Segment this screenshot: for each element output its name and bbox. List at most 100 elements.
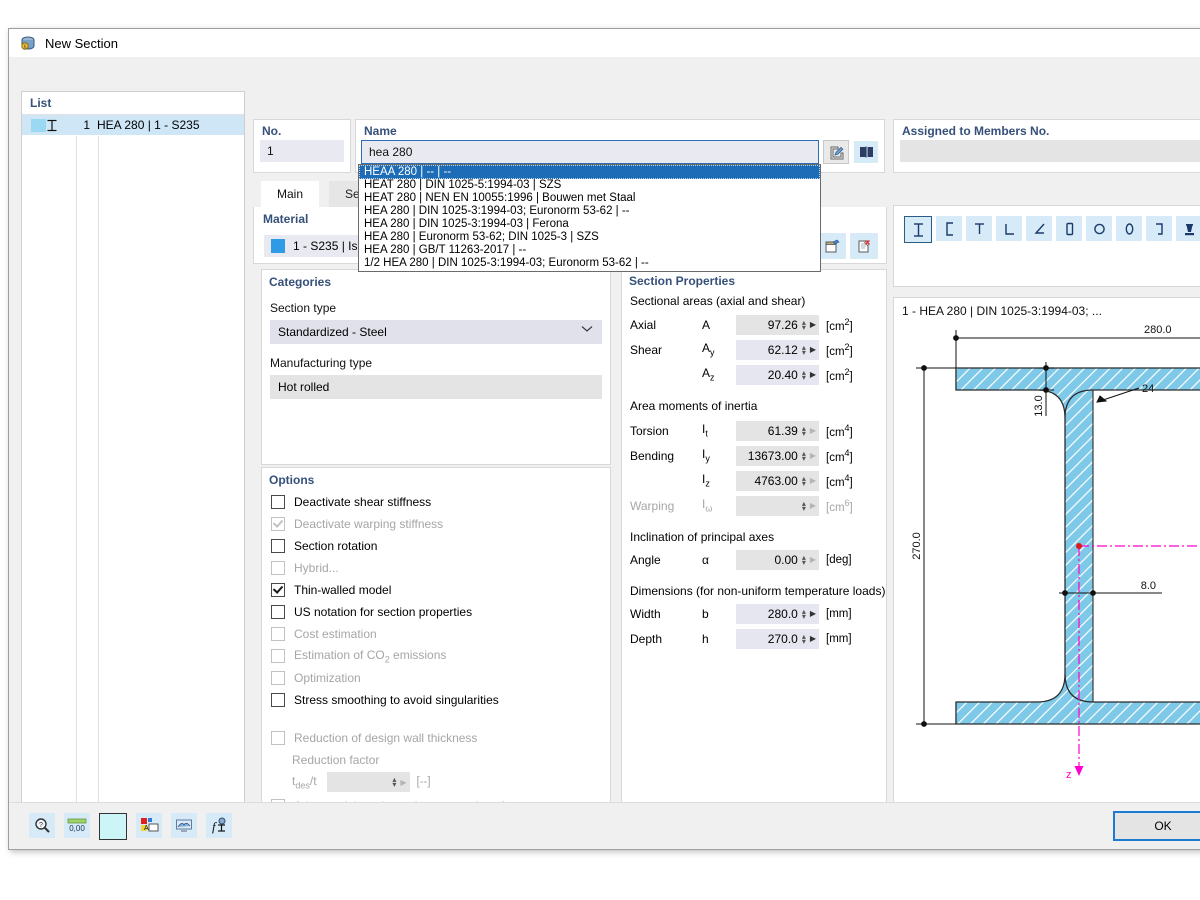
- assigned-members-label: Assigned to Members No.: [902, 124, 1050, 138]
- spinner-arrows-icon[interactable]: ▴ ▾: [802, 553, 806, 566]
- section-name-dropdown[interactable]: HEAA 280 | -- | -- HEAT 280 | DIN 1025-5…: [358, 164, 821, 272]
- shape-channel[interactable]: [936, 216, 962, 241]
- shear-area-y-input[interactable]: 62.12 ▴ ▾ ▶: [736, 339, 819, 360]
- property-row-axial: Axial A 97.26 ▴ ▾ ▶ [cm2]: [630, 312, 886, 337]
- spinner-arrows-icon[interactable]: ▴ ▾: [802, 368, 806, 381]
- checkbox-icon[interactable]: [271, 605, 285, 619]
- name-input[interactable]: hea 280: [361, 140, 819, 164]
- depth-input[interactable]: 270.0 ▴ ▾ ▶: [736, 628, 819, 649]
- decimal-places-button[interactable]: 0,00: [64, 813, 90, 838]
- section-type-combo[interactable]: Standardized - Steel: [270, 320, 602, 344]
- shape-oval[interactable]: [1116, 216, 1142, 241]
- background-color-button[interactable]: [99, 813, 127, 840]
- spinner-arrows-icon[interactable]: ▴ ▾: [802, 318, 806, 331]
- number-input[interactable]: 1: [260, 140, 344, 162]
- option-stress-smoothing[interactable]: Stress smoothing to avoid singularities: [271, 689, 610, 711]
- dropdown-item[interactable]: HEAT 280 | DIN 1025-5:1994-03 | SZS: [359, 179, 820, 192]
- bending-inertia-z-input[interactable]: 4763.00 ▴ ▾ ▶: [736, 470, 819, 491]
- reduction-factor-input: ▴ ▾ ▶: [326, 772, 410, 792]
- property-unit: [mm]: [826, 632, 852, 645]
- spinner-arrows-icon[interactable]: ▴ ▾: [802, 343, 806, 356]
- dropdown-item[interactable]: HEA 280 | DIN 1025-3:1994-03 | Ferona: [359, 218, 820, 231]
- pencil-edit-icon[interactable]: [823, 140, 849, 164]
- i-beam-icon: [46, 119, 68, 132]
- assigned-members-input[interactable]: [900, 140, 1200, 162]
- shear-area-z-input[interactable]: 20.40 ▴ ▾ ▶: [736, 364, 819, 385]
- formula-button[interactable]: f: [206, 813, 232, 838]
- dropdown-item[interactable]: HEAT 280 | NEN EN 10055:1996 | Bouwen me…: [359, 192, 820, 205]
- option-us-notation[interactable]: US notation for section properties: [271, 601, 610, 623]
- expand-arrow-icon[interactable]: ▶: [810, 476, 816, 485]
- option-section-rotation[interactable]: Section rotation: [271, 535, 610, 557]
- checkbox-icon: [271, 649, 285, 663]
- option-cost-estimation: Cost estimation: [271, 623, 610, 645]
- shape-solid-tee[interactable]: [1176, 216, 1200, 241]
- shape-angle-l[interactable]: [996, 216, 1022, 241]
- section-type-value: Standardized - Steel: [278, 325, 387, 339]
- shape-angle[interactable]: [1026, 216, 1052, 241]
- property-symbol: Ay: [702, 341, 715, 358]
- title-bar: 6 New Section: [9, 29, 1200, 57]
- expand-arrow-icon[interactable]: ▶: [810, 451, 816, 460]
- bending-inertia-y-input[interactable]: 13673.00 ▴ ▾ ▶: [736, 445, 819, 466]
- shape-circle[interactable]: [1086, 216, 1112, 241]
- categories-title: Categories: [269, 275, 332, 289]
- option-thin-walled-model[interactable]: Thin-walled model: [271, 579, 610, 601]
- axis-z-label: z: [1066, 769, 1072, 781]
- zoom-info-button[interactable]: ?: [29, 813, 55, 838]
- property-symbol: Iy: [702, 447, 710, 464]
- shape-z[interactable]: [1146, 216, 1172, 241]
- spinner-arrows-icon[interactable]: ▴ ▾: [802, 449, 806, 462]
- checkbox-icon[interactable]: [271, 495, 285, 509]
- expand-arrow-icon[interactable]: ▶: [810, 320, 816, 329]
- axis-z-arrow: [1074, 766, 1084, 776]
- render-button[interactable]: [171, 813, 197, 838]
- edit-material-button[interactable]: [850, 233, 878, 259]
- dim-web-label: 8.0: [1141, 580, 1156, 592]
- dropdown-item[interactable]: HEA 280 | Euronorm 53-62; DIN 1025-3 | S…: [359, 231, 820, 244]
- spinner-arrows-icon[interactable]: ▴ ▾: [802, 632, 806, 645]
- property-name: Depth: [630, 631, 663, 646]
- width-input[interactable]: 280.0 ▴ ▾ ▶: [736, 603, 819, 624]
- shape-tee[interactable]: [966, 216, 992, 241]
- expand-arrow-icon[interactable]: ▶: [810, 634, 816, 643]
- torsion-inertia-input[interactable]: 61.39 ▴ ▾ ▶: [736, 420, 819, 441]
- property-name: Bending: [630, 448, 675, 463]
- warping-inertia-input: ▴ ▾ ▶: [736, 495, 819, 516]
- expand-arrow-icon[interactable]: ▶: [810, 609, 816, 618]
- ok-button[interactable]: OK: [1113, 811, 1200, 841]
- angle-input[interactable]: 0.00 ▴ ▾ ▶: [736, 549, 819, 570]
- reduction-factor-label: Reduction factor: [292, 753, 380, 767]
- shape-rect-hollow[interactable]: [1056, 216, 1082, 241]
- checkbox-icon: [271, 517, 285, 531]
- chevron-down-icon: [581, 325, 593, 333]
- new-material-button[interactable]: [818, 233, 846, 259]
- option-co2-emissions: Estimation of CO2 emissions: [271, 645, 610, 667]
- dropdown-item[interactable]: HEAA 280 | -- | --: [359, 165, 820, 179]
- expand-arrow-icon[interactable]: ▶: [810, 345, 816, 354]
- dropdown-item[interactable]: HEA 280 | GB/T 11263-2017 | --: [359, 244, 820, 257]
- tab-main[interactable]: Main: [261, 181, 320, 207]
- axial-area-input[interactable]: 97.26 ▴ ▾ ▶: [736, 314, 819, 335]
- spinner-arrows-icon[interactable]: ▴ ▾: [802, 474, 806, 487]
- book-library-icon[interactable]: [854, 141, 878, 163]
- property-unit: [cm6]: [826, 497, 853, 514]
- property-symbol: Az: [702, 366, 715, 383]
- display-properties-button[interactable]: A: [136, 813, 162, 838]
- material-color-swatch: [271, 239, 285, 253]
- property-row-shear-z: Az 20.40 ▴ ▾ ▶ [cm2]: [630, 362, 886, 387]
- spinner-arrows-icon[interactable]: ▴ ▾: [802, 607, 806, 620]
- new-section-dialog: 6 New Section List 1 HEA 280 | 1 - S235 …: [8, 28, 1200, 850]
- inclination-heading: Inclination of principal axes: [630, 530, 775, 544]
- checkbox-icon[interactable]: [271, 539, 285, 553]
- option-deactivate-shear-stiffness[interactable]: Deactivate shear stiffness: [271, 491, 610, 513]
- dropdown-item[interactable]: 1/2 HEA 280 | DIN 1025-3:1994-03; Eurono…: [359, 257, 820, 270]
- expand-arrow-icon[interactable]: ▶: [810, 426, 816, 435]
- dropdown-item[interactable]: HEA 280 | DIN 1025-3:1994-03; Euronorm 5…: [359, 205, 820, 218]
- checkbox-icon[interactable]: [271, 693, 285, 707]
- spinner-arrows-icon[interactable]: ▴ ▾: [802, 424, 806, 437]
- shape-i-beam[interactable]: [904, 216, 932, 243]
- expand-arrow-icon[interactable]: ▶: [810, 370, 816, 379]
- list-item[interactable]: 1 HEA 280 | 1 - S235: [22, 115, 244, 135]
- checkbox-icon[interactable]: [271, 583, 285, 597]
